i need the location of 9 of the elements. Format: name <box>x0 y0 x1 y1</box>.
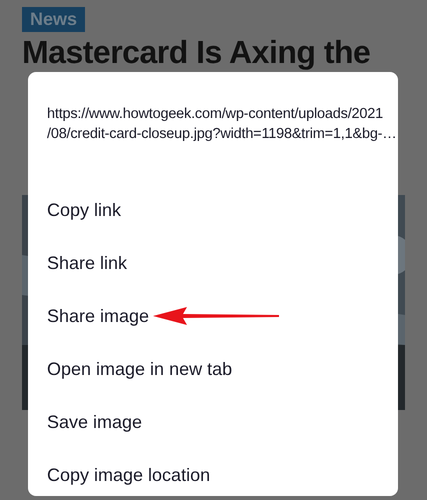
image-url: https://www.howtogeek.com/wp-content/uploads/2021 /08/credit-card-closeup.jpg?width=1198&trim=1,1&bg-… <box>47 105 398 144</box>
menu-item[interactable]: Save image <box>47 412 142 433</box>
news-tag: News <box>22 7 86 32</box>
menu-item[interactable]: Copy link <box>47 200 122 221</box>
menu-item[interactable]: Copy image location <box>47 465 210 486</box>
menu-item[interactable]: Share link <box>47 253 128 274</box>
menu-item[interactable]: Share image <box>47 306 150 327</box>
headline: Mastercard Is Axing the <box>22 35 372 69</box>
menu-item[interactable]: Open image in new tab <box>47 359 232 380</box>
